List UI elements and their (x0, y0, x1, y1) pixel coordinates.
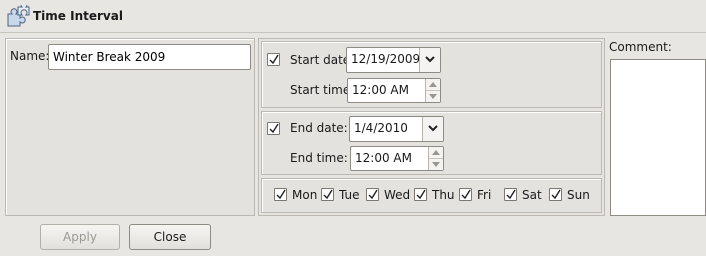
day-label: Fri (477, 187, 492, 202)
start-time-label: Start time: (290, 83, 355, 97)
start-time-up-button[interactable] (426, 79, 440, 91)
start-date-checkbox[interactable] (267, 53, 280, 66)
day-checkbox[interactable] (414, 188, 427, 201)
start-date-value: 12/19/2009 (351, 52, 421, 66)
start-date-dropdown-button[interactable] (419, 48, 440, 72)
day-checkbox[interactable] (549, 188, 562, 201)
day-fri[interactable]: Fri (459, 187, 491, 203)
start-time-spinner[interactable]: 12:00 AM (347, 78, 441, 103)
check-icon (461, 189, 471, 200)
comment-label: Comment: (609, 40, 672, 54)
check-icon (506, 189, 516, 200)
name-input[interactable] (48, 44, 251, 70)
day-checkbox[interactable] (504, 188, 517, 201)
end-date-combo[interactable]: 1/4/2010 (349, 116, 444, 142)
title-bar: Time Interval (0, 0, 706, 33)
end-time-down-button[interactable] (429, 159, 443, 170)
end-time-label: End time: (290, 151, 348, 165)
puzzle-icon (7, 5, 30, 27)
end-date-label: End date: (290, 121, 348, 135)
check-icon (269, 123, 279, 134)
arrow-up-icon (429, 82, 437, 87)
day-checkbox[interactable] (274, 188, 287, 201)
check-icon (323, 189, 333, 200)
arrow-down-icon (432, 162, 440, 167)
window-title: Time Interval (33, 9, 123, 23)
end-time-up-button[interactable] (429, 147, 443, 159)
arrow-up-icon (432, 150, 440, 155)
start-time-down-button[interactable] (426, 91, 440, 102)
end-date-dropdown-button[interactable] (422, 117, 443, 141)
end-date-checkbox[interactable] (267, 122, 280, 135)
day-label: Sun (567, 187, 590, 202)
check-icon (269, 54, 279, 65)
end-time-spinner[interactable]: 12:00 AM (350, 146, 444, 171)
arrow-down-icon (429, 94, 437, 99)
check-icon (368, 189, 378, 200)
apply-button[interactable]: Apply (40, 224, 120, 250)
start-date-combo[interactable]: 12/19/2009 (346, 47, 441, 73)
day-label: Wed (384, 187, 411, 202)
day-label: Thu (432, 187, 455, 202)
check-icon (276, 189, 286, 200)
day-sat[interactable]: Sat (504, 187, 542, 203)
start-date-label: Start date: (290, 53, 355, 67)
day-checkbox[interactable] (321, 188, 334, 201)
end-date-value: 1/4/2010 (354, 121, 408, 135)
chevron-down-icon (428, 125, 438, 132)
comment-textarea[interactable] (610, 59, 706, 216)
day-sun[interactable]: Sun (549, 187, 590, 203)
end-time-value: 12:00 AM (355, 151, 412, 165)
day-tue[interactable]: Tue (321, 187, 360, 203)
day-checkbox[interactable] (366, 188, 379, 201)
day-label: Sat (522, 187, 542, 202)
day-label: Tue (339, 187, 360, 202)
day-thu[interactable]: Thu (414, 187, 455, 203)
end-time-arrows (428, 147, 443, 170)
close-button[interactable]: Close (129, 224, 211, 250)
day-checkbox[interactable] (459, 188, 472, 201)
name-label: Name: (10, 49, 50, 63)
check-icon (551, 189, 561, 200)
day-label: Mon (292, 187, 318, 202)
check-icon (416, 189, 426, 200)
chevron-down-icon (425, 56, 435, 63)
start-time-arrows (425, 79, 440, 102)
start-time-value: 12:00 AM (352, 83, 409, 97)
day-wed[interactable]: Wed (366, 187, 410, 203)
day-mon[interactable]: Mon (274, 187, 317, 203)
